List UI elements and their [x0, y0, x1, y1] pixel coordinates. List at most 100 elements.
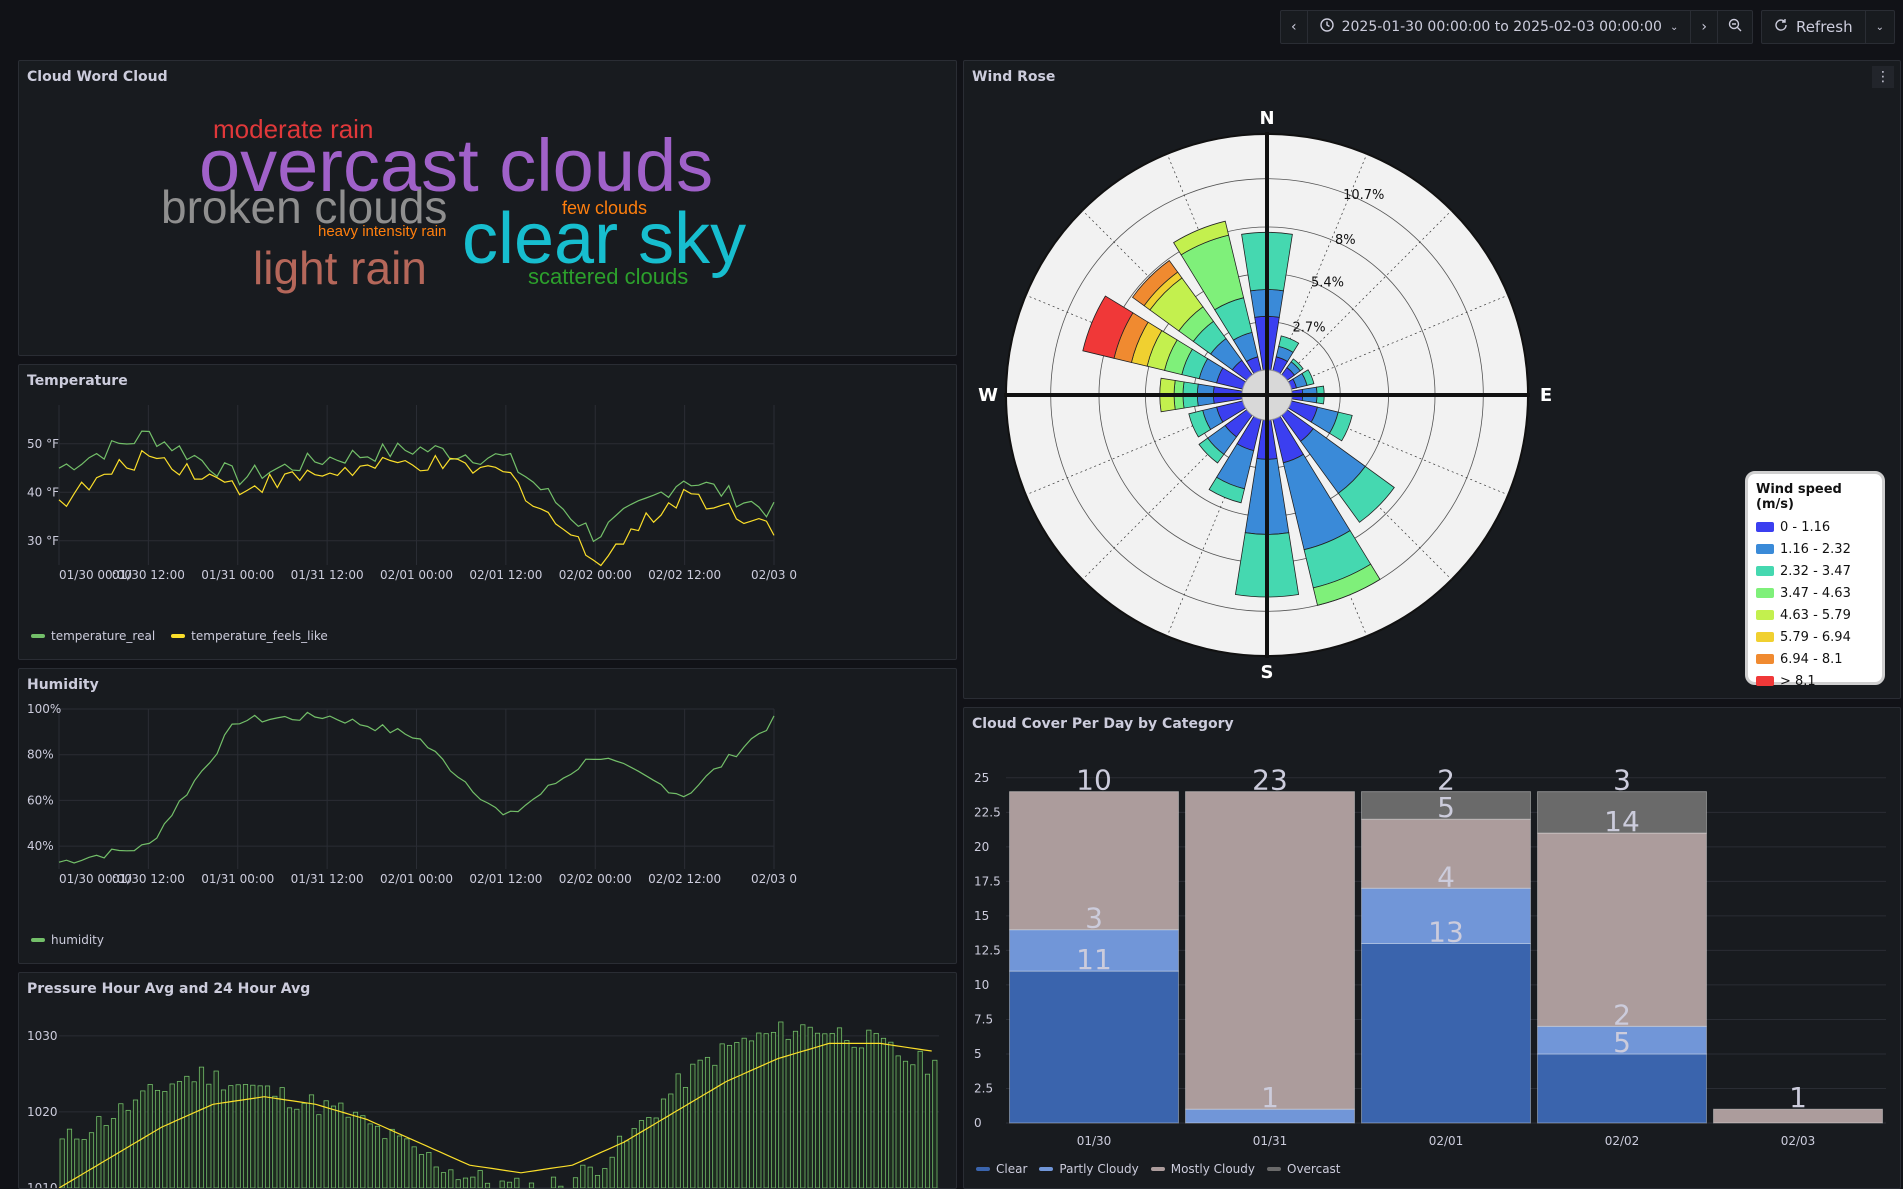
pressure-bar [778, 1021, 784, 1188]
ring-label: 8% [1335, 233, 1356, 248]
pressure-bar [895, 1055, 901, 1188]
pressure-bar [257, 1085, 263, 1188]
legend-label: 5.79 - 6.94 [1780, 629, 1851, 645]
pressure-bar [888, 1041, 894, 1188]
y-tick-label: 100% [27, 702, 61, 716]
legend-item-mostly-cloudy[interactable]: Mostly Cloudy [1150, 1162, 1255, 1176]
bar-value-label: 1 [1261, 1081, 1279, 1114]
pressure-bar [418, 1154, 425, 1188]
ring-label: 5.4% [1311, 276, 1344, 291]
time-back-button[interactable]: ‹ [1281, 11, 1308, 43]
direction-label-N: N [1259, 108, 1274, 129]
y-tick-label: 25 [974, 771, 989, 785]
pressure-bar [748, 1040, 755, 1188]
x-tick-label: 01/30 12:00 [112, 872, 185, 886]
pressure-bar [411, 1146, 417, 1188]
word-cloud-panel: Cloud Word Cloud moderate rain overcast … [18, 60, 957, 356]
pressure-bar [440, 1172, 447, 1188]
pressure-bar [404, 1138, 410, 1188]
y-tick-label: 5 [974, 1047, 982, 1061]
legend-item: 6.94 - 8.1 [1756, 648, 1874, 670]
legend-label: temperature_real [51, 629, 156, 643]
pressure-bar [360, 1115, 366, 1188]
bar-value-label: 14 [1604, 805, 1640, 838]
x-tick-label: 02/02 [1605, 1134, 1640, 1148]
cloud-cover-chart[interactable]: 02.557.51012.51517.52022.5251131001/3012… [964, 708, 1900, 1188]
pressure-bar [873, 1032, 879, 1188]
legend-swatch [1756, 676, 1774, 686]
pressure-bar [653, 1117, 659, 1188]
chevron-down-icon: ⌄ [1875, 21, 1884, 33]
chevron-left-icon: ‹ [1291, 19, 1297, 35]
legend-item-temperature-real[interactable]: temperature_real [31, 629, 155, 643]
legend-swatch [1756, 632, 1774, 642]
pressure-bar [433, 1166, 439, 1188]
refresh-group: Refresh ⌄ [1760, 10, 1895, 44]
legend-label: humidity [51, 933, 104, 947]
pressure-bar [308, 1094, 315, 1188]
x-tick-label: 01/31 00:00 [201, 568, 274, 582]
direction-label-E: E [1540, 385, 1552, 406]
pressure-bar [763, 1033, 769, 1188]
pressure-bar [528, 1182, 535, 1188]
pressure-bar [470, 1176, 476, 1188]
time-range-label: 2025-01-30 00:00:00 to 2025-02-03 00:00:… [1341, 19, 1662, 35]
pressure-bar [704, 1056, 711, 1188]
pressure-bar [756, 1032, 762, 1188]
pressure-bar [294, 1108, 300, 1188]
pressure-chart[interactable]: 103010201010 [19, 973, 956, 1188]
pressure-bar [330, 1105, 337, 1188]
legend-label: Overcast [1287, 1162, 1341, 1176]
pressure-bar [800, 1024, 806, 1188]
legend-item-humidity[interactable]: humidity [31, 933, 104, 947]
pressure-bar [866, 1029, 872, 1188]
refresh-interval-dropdown[interactable]: ⌄ [1866, 11, 1894, 43]
pressure-bar [396, 1135, 403, 1188]
humidity-chart[interactable]: 01/30 00:0001/30 12:00 01/31 00:00 01/31 1… [19, 669, 956, 963]
pressure-bar [558, 1185, 564, 1188]
pressure-bar [382, 1138, 388, 1188]
pressure-bar [426, 1151, 432, 1188]
time-forward-button[interactable]: › [1691, 11, 1718, 43]
x-tick-label: 01/30 [1077, 1134, 1112, 1148]
pressure-bar [741, 1037, 747, 1188]
pressure-bar [176, 1081, 183, 1188]
legend-item: 1.16 - 2.32 [1756, 538, 1874, 560]
pressure-bar [822, 1033, 828, 1188]
legend-item-partly-cloudy[interactable]: Partly Cloudy [1039, 1162, 1139, 1176]
pressure-bar [602, 1168, 608, 1188]
time-range-picker[interactable]: 2025-01-30 00:00:00 to 2025-02-03 00:00:… [1308, 11, 1692, 43]
legend-item-clear[interactable]: Clear [976, 1162, 1027, 1176]
y-tick-label: 40% [27, 839, 54, 853]
x-tick-label: 02/02 12:00 [648, 568, 721, 582]
zoom-out-button[interactable] [1718, 11, 1752, 43]
y-tick-label: 12.5 [974, 943, 1001, 957]
pressure-bar [103, 1125, 109, 1188]
y-tick-label: 40 °F [27, 485, 59, 499]
humidity-legend: humidity [31, 933, 104, 947]
ring-label: 2.7% [1293, 320, 1326, 335]
refresh-button[interactable]: Refresh [1762, 11, 1866, 43]
legend-item-temperature-feels-like[interactable]: temperature_feels_like [171, 629, 328, 643]
bar-value-label: 10 [1076, 764, 1112, 797]
bar-value-label: 2 [1613, 998, 1631, 1031]
pressure-bar [924, 1073, 931, 1188]
pressure-bar [668, 1093, 674, 1188]
y-tick-label: 7.5 [974, 1012, 993, 1026]
legend-item: 4.63 - 5.79 [1756, 604, 1874, 626]
legend-item-overcast[interactable]: Overcast [1267, 1162, 1341, 1176]
temperature-chart[interactable]: 01/30 00:0001/30 12:00 01/31 00:00 01/31 1… [19, 365, 956, 659]
pressure-bar [118, 1103, 124, 1188]
bar-segment-clear [1537, 1053, 1707, 1124]
legend-item: 3.47 - 4.63 [1756, 582, 1874, 604]
pressure-bar [719, 1043, 725, 1188]
pressure-bar [96, 1116, 102, 1188]
pressure-bar [162, 1091, 168, 1188]
y-tick-label: 1030 [27, 1029, 58, 1043]
dashboard-toolbar: ‹ 2025-01-30 00:00:00 to 2025-02-03 00:0… [1280, 10, 1895, 44]
pressure-bar [147, 1084, 153, 1188]
pressure-bar [367, 1123, 373, 1188]
legend-label: temperature_feels_like [191, 629, 328, 643]
y-tick-label: 80% [27, 748, 54, 762]
pressure-bar [154, 1089, 161, 1188]
